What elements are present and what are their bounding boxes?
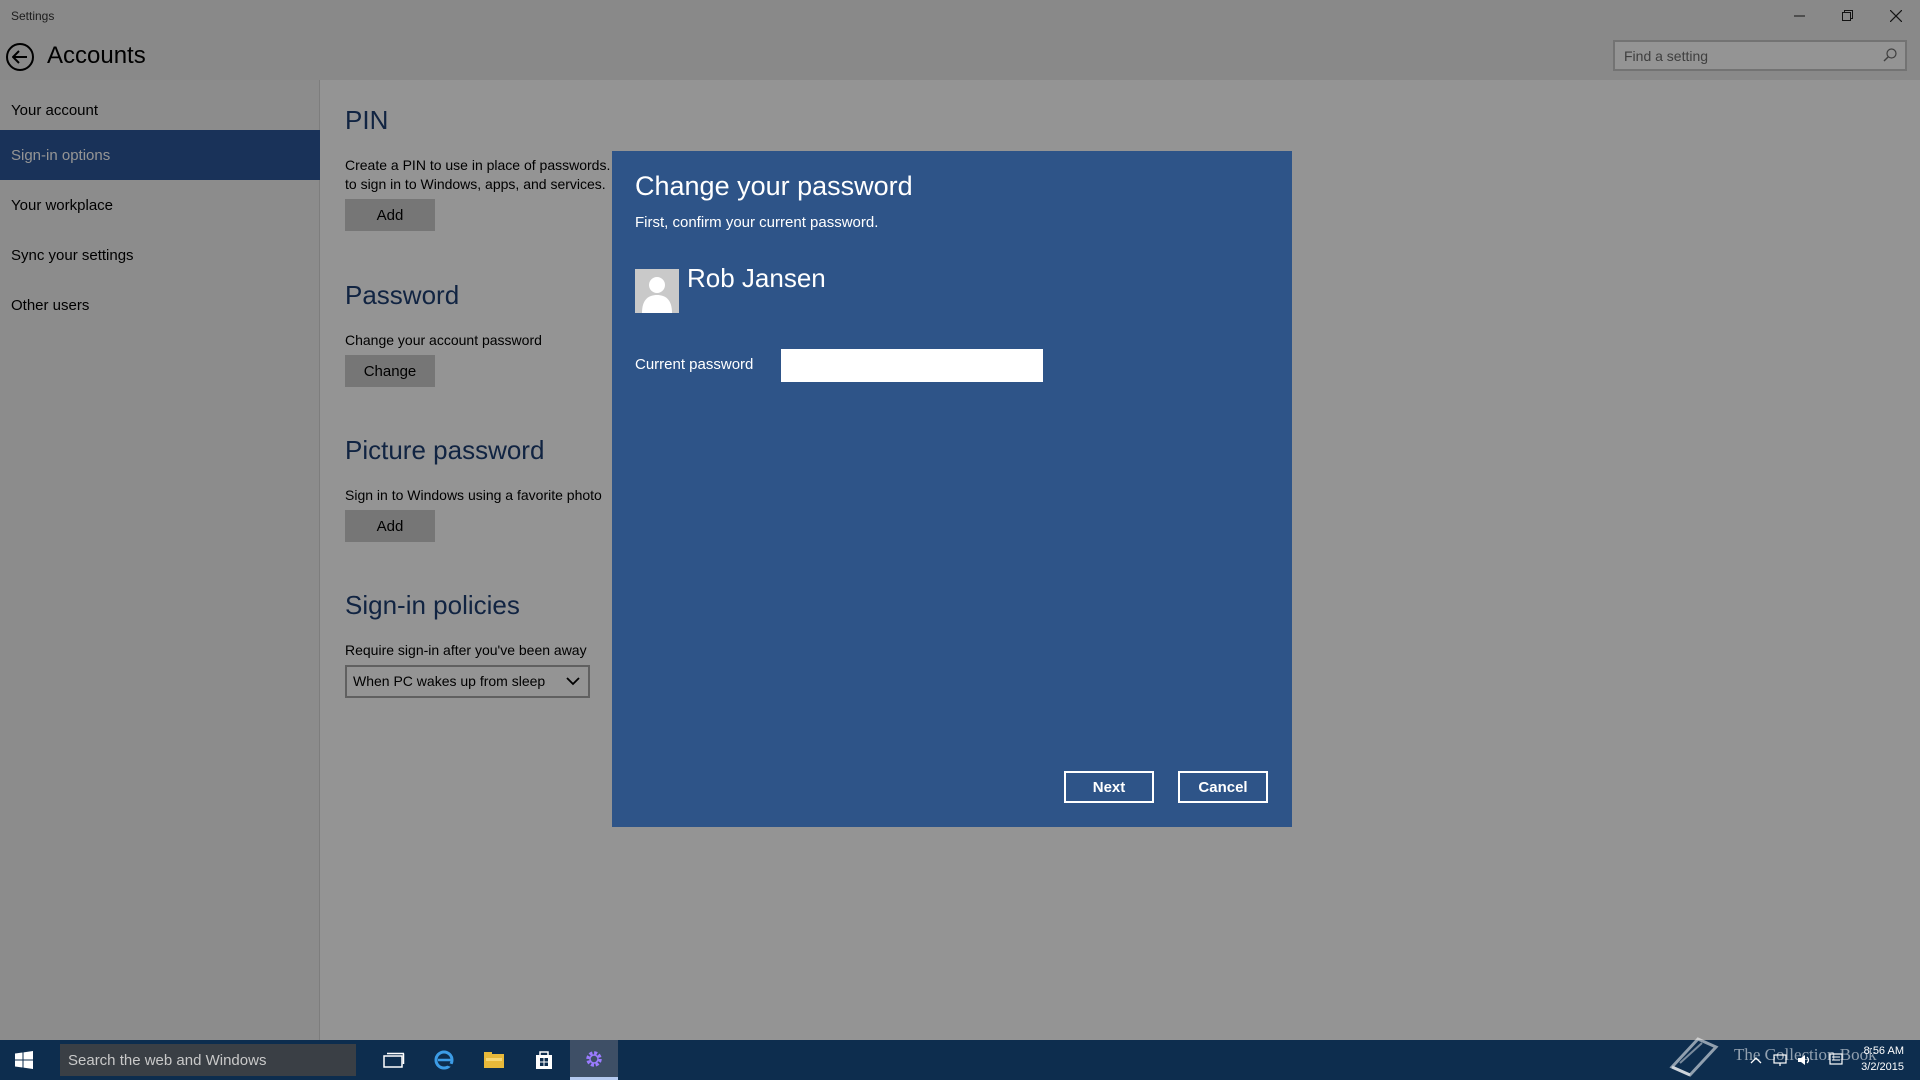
store-bag-icon — [536, 1051, 552, 1069]
start-button[interactable] — [0, 1040, 48, 1080]
watermark: The Collection Book — [1668, 1030, 1877, 1080]
gear-icon — [586, 1050, 602, 1067]
book-logo-icon — [1669, 1037, 1719, 1077]
user-name: Rob Jansen — [687, 263, 826, 293]
task-view-button[interactable] — [370, 1040, 418, 1080]
store-button[interactable] — [520, 1040, 568, 1080]
current-password-label: Current password — [635, 356, 754, 373]
watermark-text: The Collection Book — [1734, 1045, 1877, 1064]
avatar — [635, 269, 679, 313]
dialog-title: Change your password — [635, 171, 913, 201]
settings-app-button[interactable] — [570, 1040, 618, 1080]
taskbar-search-placeholder: Search the web and Windows — [68, 1052, 267, 1069]
taskbar: Search the web and Windows 8:56 AM 3/2/2… — [0, 1040, 1920, 1080]
windows-logo-icon — [15, 1051, 33, 1069]
cancel-button[interactable]: Cancel — [1178, 771, 1268, 803]
next-button[interactable]: Next — [1064, 771, 1154, 803]
current-password-field[interactable] — [781, 349, 1043, 382]
task-view-icon — [383, 1052, 405, 1068]
edge-browser-button[interactable] — [420, 1040, 468, 1080]
edge-browser-icon — [434, 1050, 454, 1070]
change-password-dialog: Change your password First, confirm your… — [612, 151, 1292, 827]
folder-icon — [484, 1052, 504, 1068]
taskbar-search-box[interactable]: Search the web and Windows — [60, 1044, 356, 1076]
dialog-subtitle: First, confirm your current password. — [635, 214, 879, 231]
file-explorer-button[interactable] — [470, 1040, 518, 1080]
user-icon — [642, 277, 672, 313]
